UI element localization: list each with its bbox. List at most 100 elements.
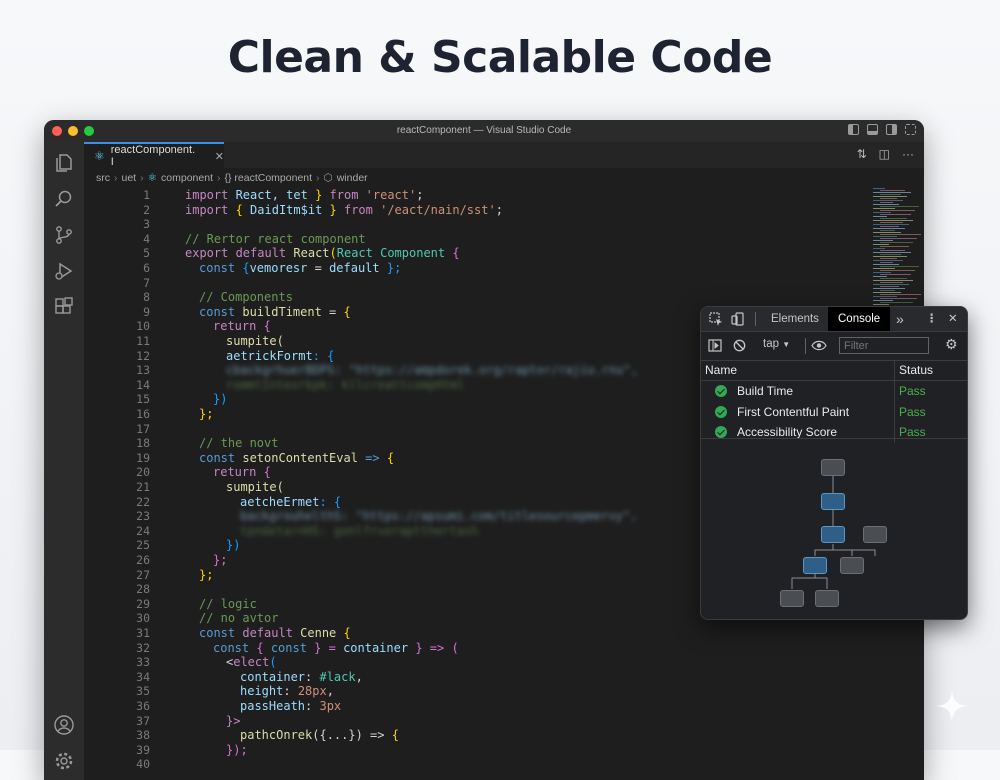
tree-node[interactable] [780, 590, 804, 607]
minimap-line [873, 248, 885, 249]
live-expression-eye-icon[interactable] [811, 340, 827, 351]
minimap-line [873, 244, 889, 245]
line-number: 9 [143, 304, 150, 319]
line-number: 40 [136, 757, 150, 772]
run-debug-icon[interactable] [53, 260, 75, 282]
minimap-line [880, 210, 915, 211]
line-number: 15 [136, 392, 150, 407]
line-number: 12 [136, 348, 150, 363]
minimap-line [873, 220, 913, 221]
close-devtools-icon[interactable]: ✕ [948, 307, 958, 331]
minimap-line [880, 218, 907, 219]
minimap-line [873, 232, 901, 233]
split-editor-icon[interactable]: ◫ [879, 147, 890, 161]
breadcrumb-item[interactable]: {} reactComponent [224, 172, 312, 184]
console-toolbar: tap ▼ ⚙ [701, 332, 967, 361]
toggle-panel-icon[interactable] [867, 124, 878, 135]
devtools-tab-bar: Elements Console » ⋮ ✕ [701, 307, 967, 332]
minimap-line [880, 298, 917, 299]
tree-node[interactable] [863, 526, 887, 543]
minimap-line [880, 266, 919, 267]
status-badge: Pass [899, 404, 926, 419]
tree-node[interactable] [821, 526, 845, 543]
inspect-element-icon[interactable] [709, 312, 723, 326]
console-settings-gear-icon[interactable]: ⚙ [945, 336, 958, 353]
minimap-line [880, 238, 917, 239]
minimap-line [880, 250, 905, 251]
toggle-sidebar-icon[interactable] [848, 124, 859, 135]
toggle-secondary-sidebar-icon[interactable] [886, 124, 897, 135]
minimap-line [880, 278, 907, 279]
breadcrumb-item[interactable]: component [161, 172, 213, 184]
tree-node[interactable] [803, 557, 827, 574]
more-tabs-icon[interactable]: » [896, 307, 904, 331]
tab-console[interactable]: Console [828, 307, 891, 331]
sidebar-toggle-icon[interactable] [708, 339, 722, 352]
line-number: 28 [136, 582, 150, 597]
extensions-icon[interactable] [53, 296, 75, 318]
line-number: 35 [136, 684, 150, 699]
more-actions-icon[interactable]: ··· [902, 147, 914, 161]
tree-node[interactable] [821, 493, 845, 510]
minimap-line [873, 304, 889, 305]
settings-gear-icon[interactable] [53, 750, 75, 772]
explorer-icon[interactable] [53, 152, 75, 174]
line-number: 18 [136, 436, 150, 451]
device-toolbar-icon[interactable] [731, 312, 745, 326]
minimap-line [880, 214, 911, 215]
check-circle-icon [715, 426, 727, 438]
tab-reactcomponent[interactable]: ⚛ reactComponent. I ✕ [84, 142, 224, 168]
minimap[interactable] [869, 188, 924, 318]
line-number: 19 [136, 450, 150, 465]
line-number: 7 [143, 275, 150, 290]
compare-changes-icon[interactable]: ⇅ [857, 147, 867, 161]
line-number: 26 [136, 553, 150, 567]
minimap-line [873, 196, 907, 197]
tab-elements[interactable]: Elements [771, 307, 819, 331]
line-number: 1 [143, 188, 150, 202]
line-number: 29 [136, 596, 150, 611]
line-number: 31 [136, 626, 150, 640]
tree-node[interactable] [821, 459, 845, 476]
minimap-line [873, 288, 905, 289]
close-tab-icon[interactable]: ✕ [215, 150, 224, 163]
line-number: 34 [136, 669, 150, 684]
tree-node[interactable] [840, 557, 864, 574]
minimap-line [873, 240, 893, 241]
minimap-line [880, 290, 895, 291]
line-number: 32 [136, 640, 150, 655]
table-header: Name Status [701, 360, 967, 381]
minimap-line [873, 252, 911, 253]
devtools-menu-icon[interactable]: ⋮ [926, 307, 938, 331]
line-number: 25 [136, 538, 150, 553]
check-circle-icon [715, 405, 727, 418]
filter-input[interactable] [839, 337, 929, 354]
breadcrumb-item[interactable]: uet [122, 172, 137, 184]
breadcrumb-item[interactable]: src [96, 172, 110, 184]
line-number: 5 [143, 246, 150, 261]
search-icon[interactable] [53, 188, 75, 210]
line-number: 36 [136, 699, 150, 713]
customize-layout-icon[interactable] [905, 124, 916, 135]
minimap-line [873, 200, 903, 201]
column-header-name[interactable]: Name [705, 360, 737, 380]
tree-node[interactable] [815, 590, 839, 607]
column-header-status[interactable]: Status [899, 360, 933, 380]
account-icon[interactable] [53, 714, 75, 736]
sparkle-icon [936, 690, 968, 722]
line-number: 3 [143, 217, 150, 232]
line-number: 8 [143, 290, 150, 305]
line-number: 38 [136, 728, 150, 743]
react-file-icon: ⚛ [94, 149, 105, 163]
table-row[interactable]: First Contentful Paint Pass [701, 401, 967, 422]
devtools-panel: Elements Console » ⋮ ✕ tap ▼ ⚙ Name Stat… [700, 306, 968, 620]
clear-console-icon[interactable] [733, 339, 746, 352]
breadcrumb-item[interactable]: winder [337, 172, 368, 184]
context-selector[interactable]: tap ▼ [763, 338, 790, 350]
source-control-icon[interactable] [53, 224, 75, 246]
window-title: reactComponent — Visual Studio Code [396, 125, 572, 136]
line-number: 24 [136, 523, 150, 538]
minimap-line [873, 188, 885, 189]
line-number: 27 [136, 567, 150, 582]
table-row[interactable]: Build Time Pass [701, 381, 967, 402]
